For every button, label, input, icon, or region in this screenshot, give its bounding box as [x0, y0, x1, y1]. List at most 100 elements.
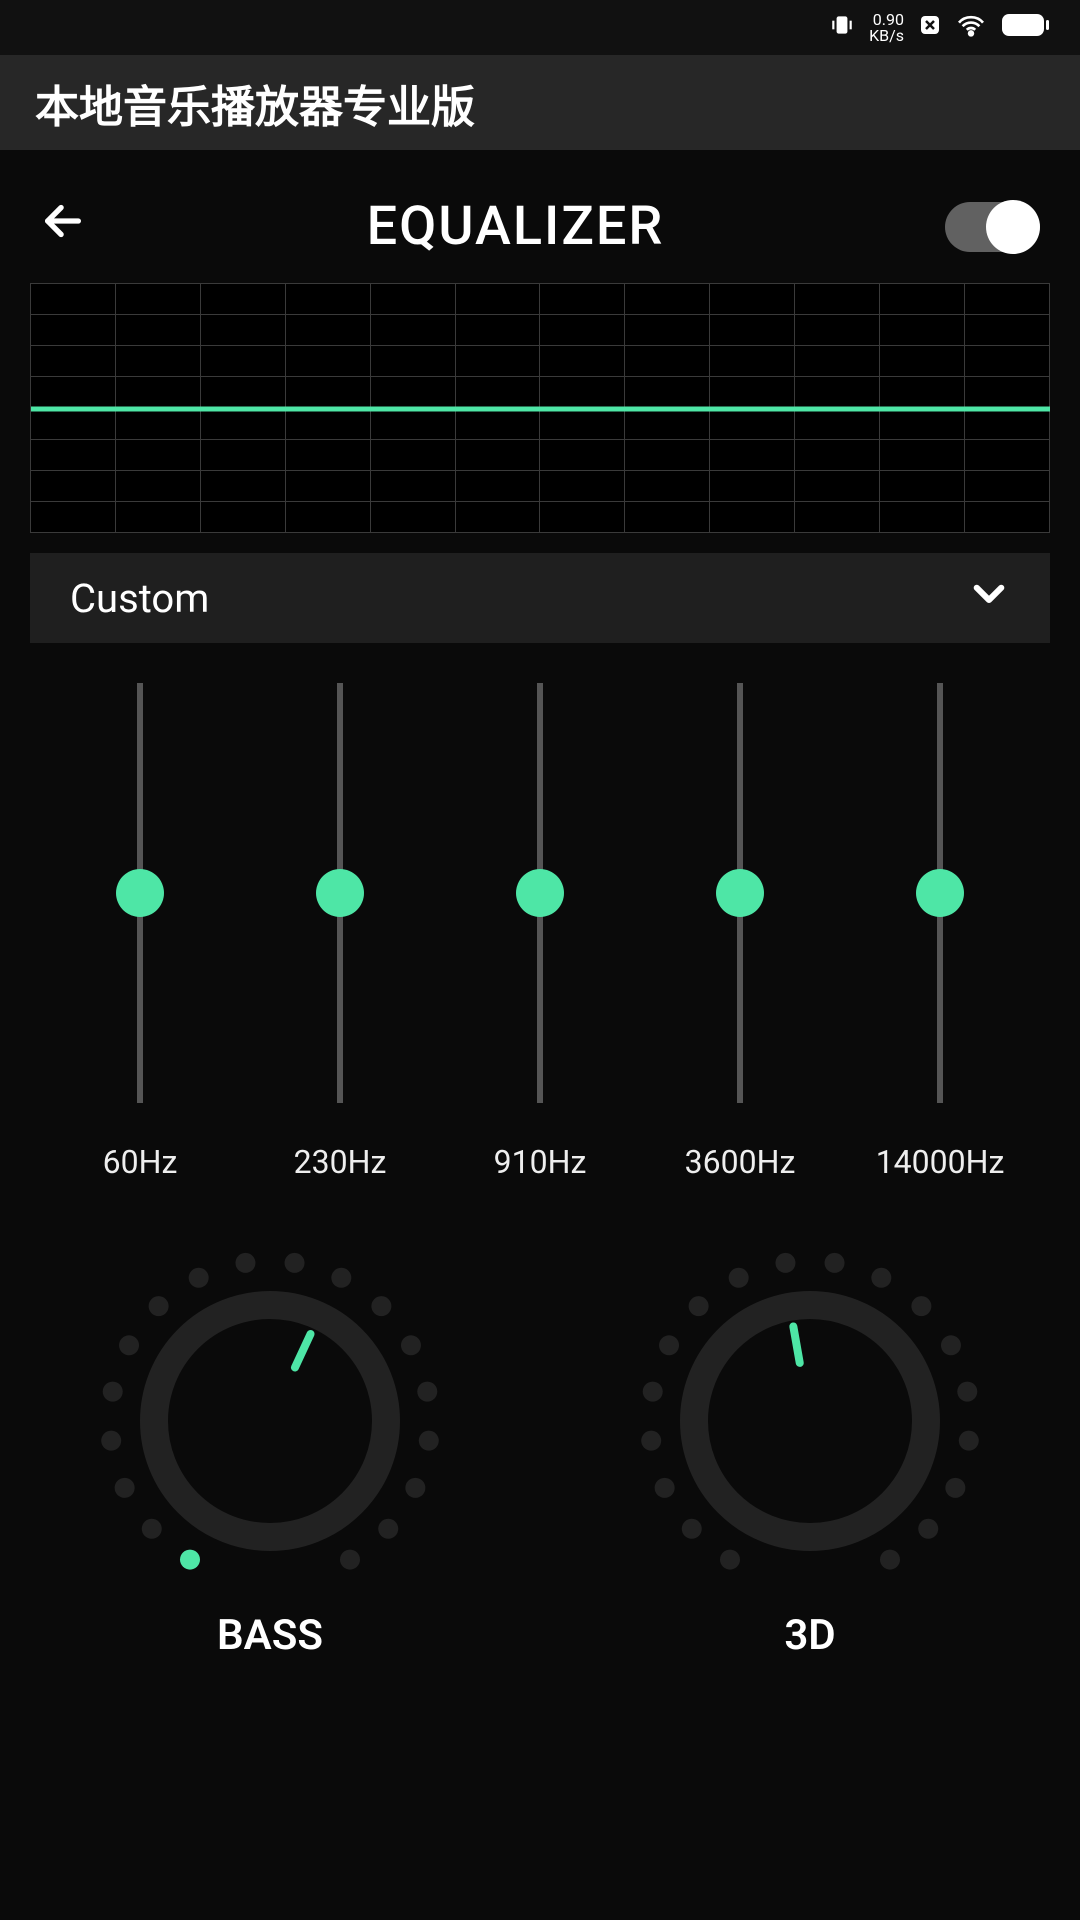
- grid-cell: [116, 315, 201, 346]
- eq-slider[interactable]: 3600Hz: [680, 683, 800, 1181]
- knob-tick: [825, 1253, 845, 1273]
- knob-tick: [911, 1296, 931, 1316]
- close-box-icon: [918, 13, 942, 42]
- knob-tick: [659, 1335, 679, 1355]
- grid-cell: [31, 502, 116, 533]
- grid-cell: [625, 284, 710, 315]
- grid-cell: [880, 440, 965, 471]
- grid-cell: [795, 346, 880, 377]
- grid-cell: [201, 377, 286, 408]
- grid-cell: [880, 471, 965, 502]
- knob-tick: [401, 1335, 421, 1355]
- grid-cell: [880, 409, 965, 440]
- grid-cell: [116, 284, 201, 315]
- grid-cell: [371, 502, 456, 533]
- knob-tick: [775, 1253, 795, 1273]
- knob-tick: [682, 1519, 702, 1539]
- eq-slider[interactable]: 230Hz: [280, 683, 400, 1181]
- grid-cell: [286, 440, 371, 471]
- slider-freq-label: 14000Hz: [876, 1143, 1005, 1181]
- battery-icon: [1000, 12, 1050, 43]
- grid-cell: [31, 409, 116, 440]
- knob-tick: [189, 1268, 209, 1288]
- grid-cell: [456, 377, 541, 408]
- knob-tick: [643, 1382, 663, 1402]
- slider-track: [137, 683, 143, 1103]
- grid-cell: [710, 440, 795, 471]
- slider-track: [337, 683, 343, 1103]
- knob-tick: [371, 1296, 391, 1316]
- grid-cell: [880, 377, 965, 408]
- eq-slider[interactable]: 14000Hz: [880, 683, 1000, 1181]
- knob-tick: [101, 1431, 121, 1451]
- grid-cell: [201, 346, 286, 377]
- grid-cell: [880, 315, 965, 346]
- knob-tick: [729, 1268, 749, 1288]
- slider-thumb[interactable]: [516, 869, 564, 917]
- equalizer-toggle[interactable]: [945, 202, 1040, 252]
- knob-tick: [945, 1478, 965, 1498]
- grid-cell: [31, 471, 116, 502]
- toggle-knob: [986, 200, 1040, 254]
- knob-tick: [689, 1296, 709, 1316]
- knob-tick: [417, 1382, 437, 1402]
- knob-tick: [235, 1253, 255, 1273]
- grid-cell: [540, 377, 625, 408]
- grid-cell: [965, 315, 1050, 346]
- chevron-down-icon: [968, 572, 1010, 624]
- app-title: 本地音乐播放器专业版: [35, 71, 475, 135]
- slider-track: [737, 683, 743, 1103]
- grid-cell: [625, 471, 710, 502]
- eq-sliders-row: 60Hz 230Hz 910Hz 3600Hz 14000Hz: [0, 663, 1080, 1201]
- threeD-knob[interactable]: [630, 1241, 990, 1601]
- grid-cell: [795, 471, 880, 502]
- grid-cell: [286, 346, 371, 377]
- knob-tick: [655, 1478, 675, 1498]
- grid-cell: [371, 315, 456, 346]
- grid-cell: [795, 315, 880, 346]
- slider-thumb[interactable]: [116, 869, 164, 917]
- preset-dropdown[interactable]: Custom: [30, 553, 1050, 643]
- grid-cell: [371, 284, 456, 315]
- knob-tick: [115, 1478, 135, 1498]
- grid-cell: [625, 346, 710, 377]
- grid-cell: [371, 440, 456, 471]
- grid-cell: [116, 377, 201, 408]
- grid-cell: [31, 440, 116, 471]
- grid-cell: [625, 377, 710, 408]
- slider-thumb[interactable]: [716, 869, 764, 917]
- grid-cell: [710, 315, 795, 346]
- grid-cell: [201, 284, 286, 315]
- grid-cell: [31, 315, 116, 346]
- grid-cell: [625, 315, 710, 346]
- knob-tick: [941, 1335, 961, 1355]
- grid-cell: [880, 346, 965, 377]
- eq-curve-panel: [0, 283, 1080, 533]
- knob-tick: [957, 1382, 977, 1402]
- bass-knob[interactable]: [90, 1241, 450, 1601]
- knob-tick: [285, 1253, 305, 1273]
- back-arrow-icon[interactable]: [40, 198, 86, 256]
- grid-cell: [540, 409, 625, 440]
- grid-cell: [710, 502, 795, 533]
- grid-cell: [456, 315, 541, 346]
- knob-tick: [419, 1431, 439, 1451]
- grid-cell: [456, 471, 541, 502]
- app-title-bar: 本地音乐播放器专业版: [0, 55, 1080, 150]
- slider-freq-label: 60Hz: [103, 1143, 178, 1181]
- slider-thumb[interactable]: [916, 869, 964, 917]
- eq-slider[interactable]: 60Hz: [80, 683, 200, 1181]
- grid-cell: [880, 502, 965, 533]
- grid-cell: [201, 440, 286, 471]
- network-speed: 0.90 KB/s: [869, 12, 904, 44]
- grid-cell: [116, 346, 201, 377]
- grid-cell: [710, 409, 795, 440]
- knob-tick: [149, 1296, 169, 1316]
- knob-tick: [103, 1382, 123, 1402]
- grid-cell: [710, 377, 795, 408]
- grid-cell: [965, 471, 1050, 502]
- knob-tick: [378, 1519, 398, 1539]
- eq-slider[interactable]: 910Hz: [480, 683, 600, 1181]
- knob-tick: [331, 1268, 351, 1288]
- slider-thumb[interactable]: [316, 869, 364, 917]
